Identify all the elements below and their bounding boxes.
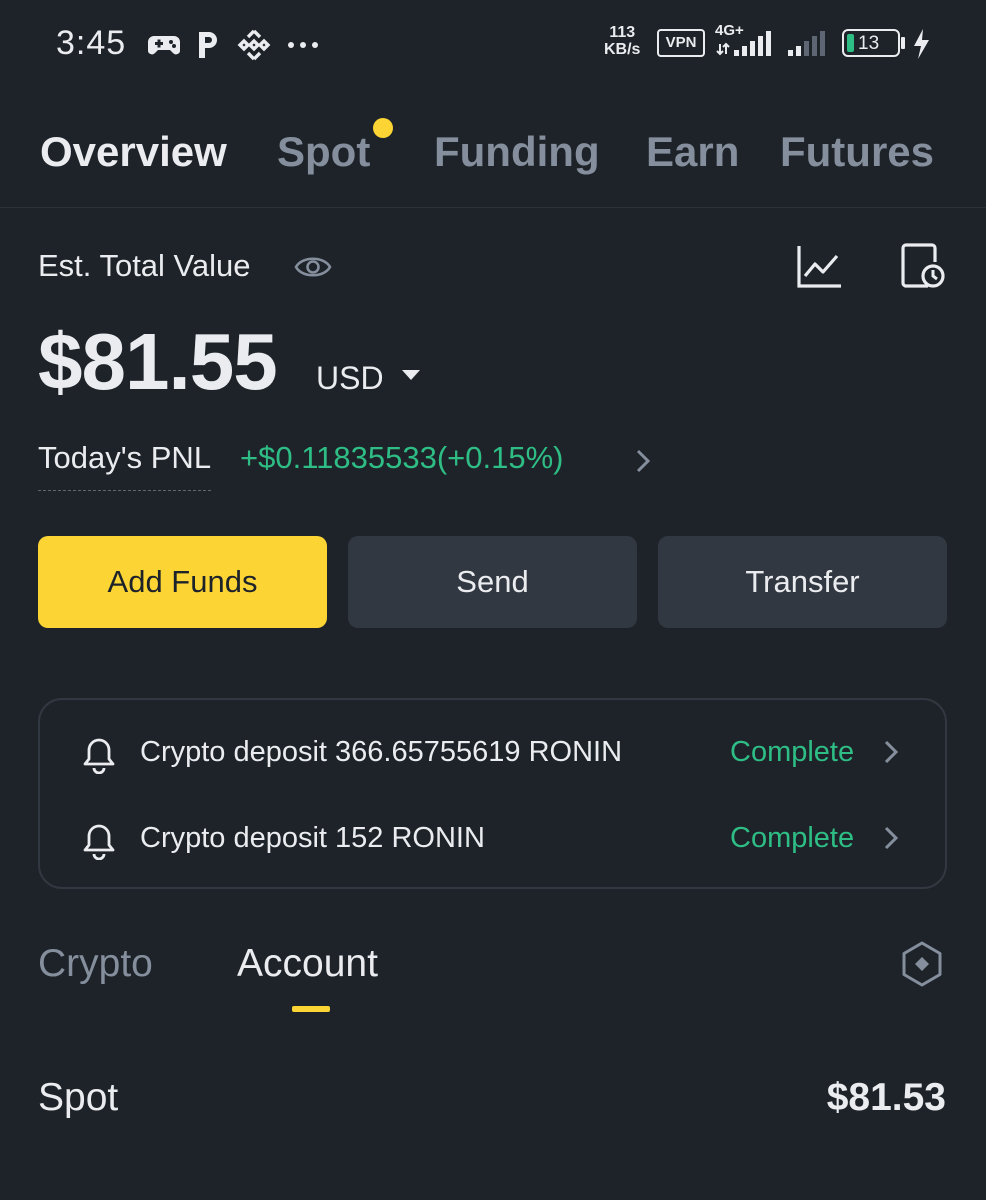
account-name[interactable]: Spot — [38, 1076, 118, 1120]
tab-funding[interactable]: Funding — [434, 128, 600, 176]
notification-text: Crypto deposit 366.65755619 RONIN — [140, 736, 623, 768]
tab-overview[interactable]: Overview — [40, 128, 227, 176]
binance-icon — [237, 29, 271, 61]
bolt-icon — [914, 29, 929, 59]
tab-spot[interactable]: Spot — [277, 128, 370, 176]
notification-row[interactable]: Crypto deposit 366.65755619 RONIN Comple… — [40, 724, 949, 784]
transfer-button[interactable]: Transfer — [658, 536, 947, 628]
network-speed: 113 KB/s — [604, 24, 641, 58]
notification-text: Crypto deposit 152 RONIN — [140, 822, 485, 854]
tab-earn[interactable]: Earn — [646, 128, 739, 176]
vpn-badge: VPN — [657, 29, 705, 57]
more-dots-icon — [288, 42, 318, 48]
game-controller-icon — [147, 36, 181, 55]
pnl-label[interactable]: Today's PNL — [38, 440, 212, 491]
tab-futures[interactable]: Futures — [780, 128, 934, 176]
notification-dot — [373, 118, 393, 138]
bell-icon — [83, 738, 115, 774]
deposit-notifications: Crypto deposit 366.65755619 RONIN Comple… — [38, 698, 947, 889]
send-button[interactable]: Send — [348, 536, 637, 628]
signal-icon — [716, 31, 771, 56]
signal-icon — [788, 31, 825, 56]
est-total-label: Est. Total Value — [38, 248, 251, 283]
chevron-right-icon[interactable] — [882, 824, 900, 852]
battery-nub — [901, 37, 905, 49]
subtab-crypto[interactable]: Crypto — [38, 942, 153, 986]
tabs-divider — [0, 207, 986, 208]
notification-status: Complete — [730, 736, 855, 768]
status-time: 3:45 — [56, 24, 127, 62]
chevron-right-icon[interactable] — [632, 446, 654, 476]
total-value: $81.55 — [38, 317, 278, 406]
currency-selector[interactable]: USD — [316, 360, 384, 397]
settings-hexagon-icon[interactable] — [900, 940, 944, 988]
add-funds-button[interactable]: Add Funds — [38, 536, 327, 628]
chart-icon[interactable] — [795, 242, 843, 290]
eye-icon[interactable] — [294, 252, 332, 282]
battery-icon: 13 — [842, 29, 900, 57]
pnl-value: +$0.11835533(+0.15%) — [240, 440, 564, 475]
history-icon[interactable] — [900, 242, 946, 290]
active-tab-indicator — [292, 1006, 330, 1012]
notification-row[interactable]: Crypto deposit 152 RONIN Complete — [40, 810, 949, 870]
chevron-right-icon[interactable] — [882, 738, 900, 766]
subtab-account[interactable]: Account — [237, 942, 378, 986]
bell-icon — [83, 824, 115, 860]
notification-status: Complete — [730, 822, 855, 854]
account-value: $81.53 — [826, 1076, 946, 1119]
caret-down-icon[interactable] — [402, 370, 420, 380]
p-app-icon — [199, 32, 217, 58]
